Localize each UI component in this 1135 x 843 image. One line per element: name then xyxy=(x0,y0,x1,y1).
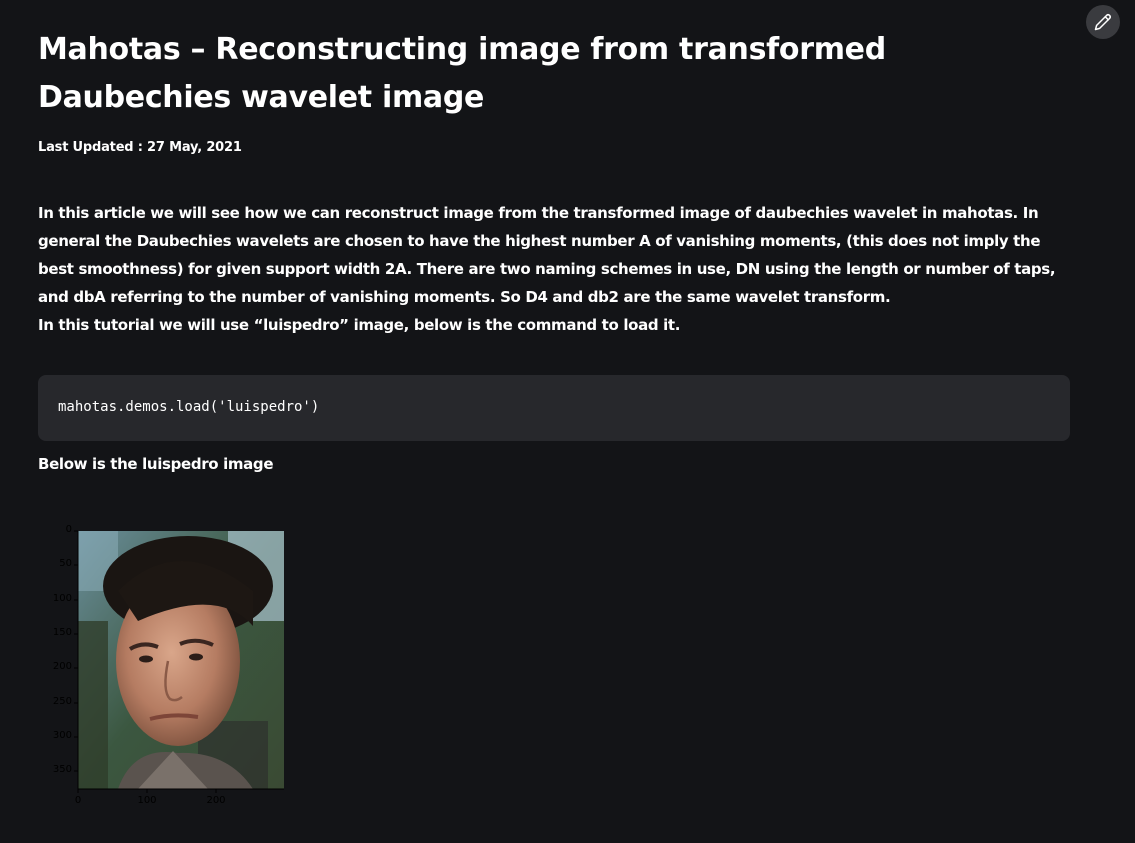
x-tick-label: 200 xyxy=(206,795,226,806)
article-title: Mahotas – Reconstructing image from tran… xyxy=(38,32,886,115)
intro-paragraph: In this article we will see how we can r… xyxy=(38,199,1070,339)
intro-line: In this tutorial we will use “luispedro”… xyxy=(38,316,681,334)
luispedro-figure: 0 50 100 150 200 250 300 350 0 100 200 xyxy=(38,515,298,815)
y-tick-label: 300 xyxy=(52,730,72,741)
y-tick-label: 250 xyxy=(52,696,72,707)
code-text[interactable]: mahotas.demos.load('luispedro') xyxy=(58,399,319,415)
image-caption: Below is the luispedro image xyxy=(38,455,274,473)
code-block[interactable]: mahotas.demos.load('luispedro') xyxy=(38,375,1070,441)
y-tick-label: 100 xyxy=(52,593,72,604)
last-updated: Last Updated : 27 May, 2021 xyxy=(38,140,242,155)
pencil-icon xyxy=(1094,14,1111,31)
x-tick-label: 0 xyxy=(74,795,82,806)
y-tick-label: 150 xyxy=(52,627,72,638)
article: Mahotas – Reconstructing image from tran… xyxy=(38,0,1070,815)
intro-line: In this article we will see how we can r… xyxy=(38,204,1056,306)
y-tick-label: 0 xyxy=(65,524,72,535)
edit-button[interactable] xyxy=(1086,5,1120,39)
x-tick-label: 100 xyxy=(137,795,157,806)
luispedro-image xyxy=(78,531,284,789)
y-tick-label: 350 xyxy=(52,764,72,775)
y-tick-label: 200 xyxy=(52,661,72,672)
y-tick-label: 50 xyxy=(59,558,72,569)
